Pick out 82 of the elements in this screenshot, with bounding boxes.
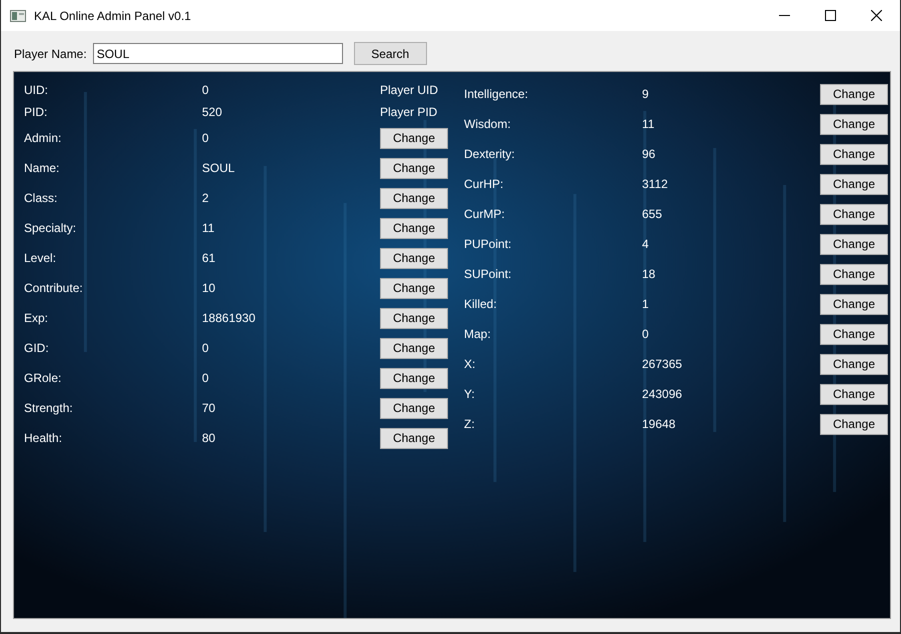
field-value: 243096 [642,387,684,401]
change-button[interactable]: Change [380,338,448,358]
field-note: Player UID [380,83,438,97]
maximize-icon [824,10,836,21]
field-label: CurHP: [464,177,504,191]
app-icon [10,10,26,22]
change-button[interactable]: Change [380,308,448,328]
field-value: 9 [642,87,650,101]
field-value: 18 [642,267,656,281]
field-label: UID: [24,83,49,97]
field-label: Class: [24,191,58,205]
change-button[interactable]: Change [380,188,448,208]
field-label: Y: [464,387,476,401]
field-label: Admin: [24,131,62,145]
change-button[interactable]: Change [380,128,448,148]
field-label: X: [464,357,476,371]
field-value: 19648 [642,417,676,431]
field-label: PUPoint: [464,237,512,251]
change-button[interactable]: Change [380,398,448,418]
field-value: 655 [642,207,664,221]
change-button[interactable]: Change [380,278,448,298]
field-value: 0 [202,341,210,355]
field-label: GRole: [24,371,62,385]
change-button[interactable]: Change [820,294,888,314]
field-value: 96 [642,147,656,161]
change-button[interactable]: Change [820,84,888,104]
field-value: 11 [202,221,216,235]
change-button[interactable]: Change [820,204,888,224]
field-value: 0 [642,327,650,341]
change-button[interactable]: Change [820,384,888,404]
field-value: 0 [202,371,210,385]
field-value: 4 [642,237,650,251]
change-button[interactable]: Change [820,114,888,134]
field-label: SUPoint: [464,267,512,281]
field-value: 267365 [642,357,684,371]
change-button[interactable]: Change [380,218,448,238]
name-input[interactable]: SOUL [92,43,343,64]
change-button[interactable]: Change [820,324,888,344]
field-value: 61 [202,251,216,265]
field-value: SOUL [202,161,236,175]
change-button[interactable]: Change [820,144,888,164]
field-value: 0 [202,83,210,97]
field-label: Player Name: [14,46,87,60]
field-value: 80 [202,431,216,445]
change-button[interactable]: Change [380,248,448,268]
field-label: Wisdom: [464,117,512,131]
change-button[interactable]: Change [820,234,888,254]
field-label: Level: [24,251,58,265]
change-button[interactable]: Change [820,354,888,374]
field-label: Map: [464,327,492,341]
field-label: Contribute: [24,281,84,295]
search-button[interactable]: Search [354,42,427,65]
field-value: 10 [202,281,216,295]
field-label: Intelligence: [464,87,530,101]
field-label: GID: [24,341,50,355]
field-label: Killed: [464,297,498,311]
field-note: Player PID [380,105,438,119]
field-value: 11 [642,117,656,131]
change-button[interactable]: Change [380,158,448,178]
window-title: KAL Online Admin Panel v0.1 [34,8,192,22]
change-button[interactable]: Change [820,264,888,284]
field-label: Name: [24,161,60,175]
field-label: CurMP: [464,207,506,221]
field-label: Dexterity: [464,147,516,161]
field-value: 70 [202,401,216,415]
field-label: Z: [464,417,476,431]
change-button[interactable]: Change [380,368,448,388]
field-label: Strength: [24,401,74,415]
field-value: 520 [202,105,224,119]
field-value: 18861930 [202,311,256,325]
field-label: Health: [24,431,64,445]
field-label: PID: [24,105,48,119]
change-button[interactable]: Change [380,428,448,448]
field-label: Exp: [24,311,50,325]
change-button[interactable]: Change [820,414,888,434]
field-value: 1 [642,297,650,311]
field-value: 0 [202,131,210,145]
field-label: Specialty: [24,221,78,235]
field-value: 2 [202,191,210,205]
change-button[interactable]: Change [820,174,888,194]
close-icon [870,10,882,21]
field-value: 3112 [642,177,669,191]
